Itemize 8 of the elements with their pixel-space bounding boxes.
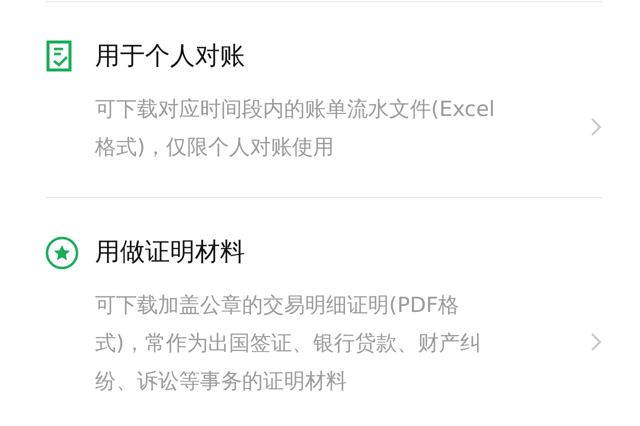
option-title: 用于个人对账 <box>95 40 246 72</box>
document-check-icon <box>45 40 73 72</box>
option-description: 可下载对应时间段内的账单流水文件(Excel 格式)，仅限个人对账使用 <box>95 96 496 161</box>
star-circle-icon <box>45 236 79 270</box>
chevron-right-icon[interactable] <box>590 332 602 352</box>
chevron-right-icon[interactable] <box>590 117 602 137</box>
option-description: 可下载加盖公章的交易明细证明(PDF格 式)，常作为出国签证、银行贷款、财产纠 纷、诉讼等事务的证明材料 <box>95 292 482 395</box>
option-title: 用做证明材料 <box>95 236 246 268</box>
